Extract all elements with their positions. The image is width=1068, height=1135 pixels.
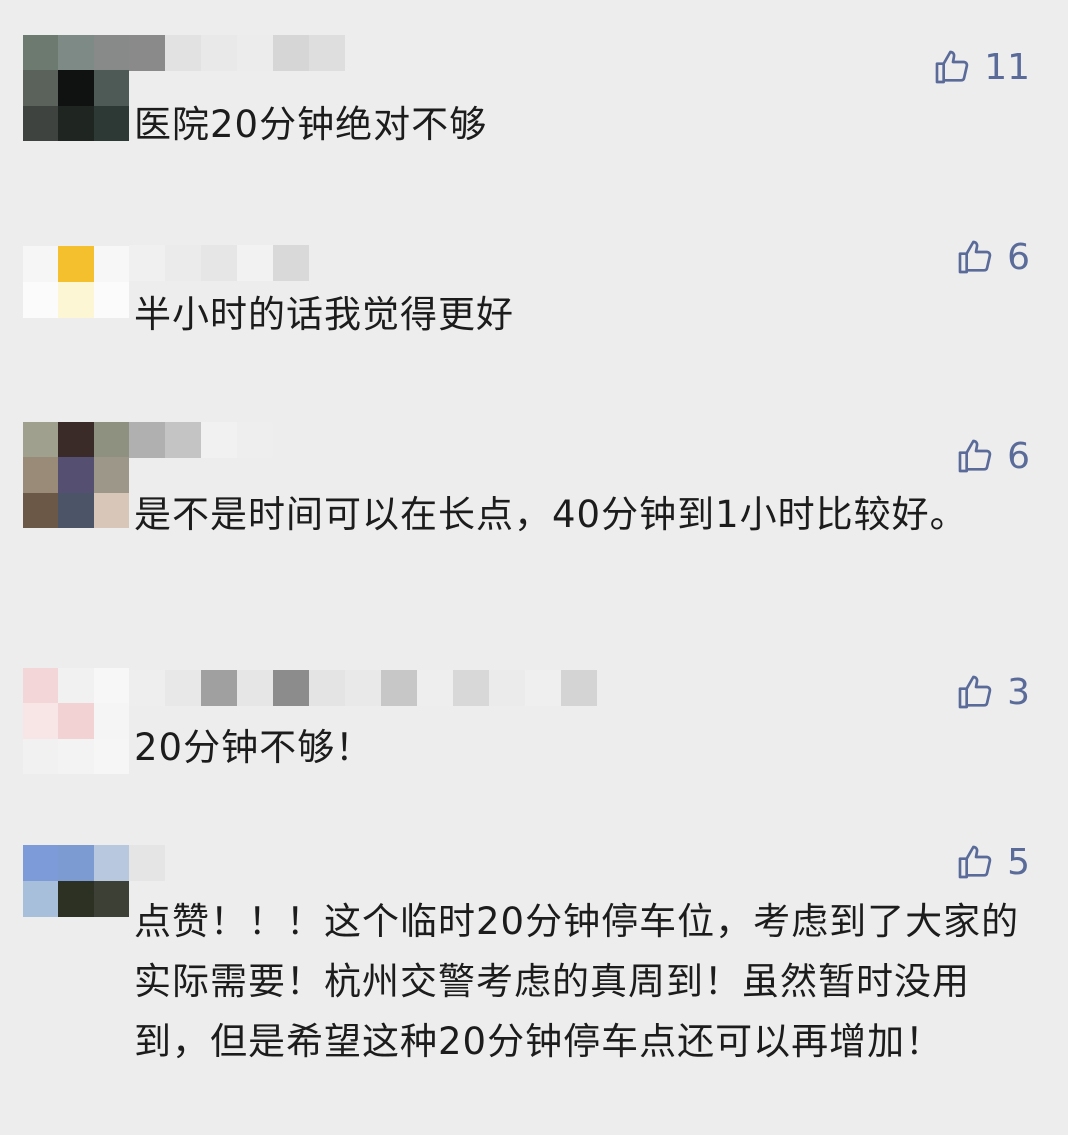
like-button[interactable]: 6 [955,434,1030,478]
comment-item: 6 半小时的话我觉得更好 [0,190,1068,400]
thumbs-up-icon [935,50,969,84]
avatar[interactable] [23,246,129,318]
avatar[interactable] [23,845,129,917]
avatar[interactable] [23,668,129,774]
like-count: 6 [1007,236,1030,278]
comment-text: 点赞！！！这个临时20分钟停车位，考虑到了大家的实际需要！杭州交警考虑的真周到！… [134,900,1020,1063]
like-count: 11 [984,46,1030,88]
comment-text: 半小时的话我觉得更好 [134,293,514,336]
comment-text: 医院20分钟绝对不够 [134,103,488,146]
nickname-mosaic [129,245,309,281]
nickname-mosaic [129,670,597,706]
comment-item: 5 点赞！！！这个临时20分钟停车位，考虑到了大家的实际需要！杭州交警考虑的真周… [0,840,1068,1135]
thumbs-up-icon [958,845,992,879]
like-count: 3 [1007,671,1030,713]
thumbs-up-icon [958,240,992,274]
avatar[interactable] [23,422,129,528]
like-button[interactable]: 6 [955,235,1030,279]
like-button[interactable]: 3 [955,670,1030,714]
nickname-mosaic [129,845,165,881]
thumbs-up-icon [958,439,992,473]
comment-item: 6 是不是时间可以在长点，40分钟到1小时比较好。 [0,400,1068,640]
comment-text: 20分钟不够！ [134,726,374,769]
like-count: 6 [1007,435,1030,477]
thumbs-up-icon [958,675,992,709]
nickname-mosaic [129,422,273,458]
nickname-mosaic [129,35,345,71]
like-button[interactable]: 11 [932,45,1030,89]
like-button[interactable]: 5 [955,840,1030,884]
comment-item: 3 20分钟不够！ [0,640,1068,840]
avatar[interactable] [23,35,129,141]
comment-text: 是不是时间可以在长点，40分钟到1小时比较好。 [134,493,968,536]
like-count: 5 [1007,841,1030,883]
comment-item: 11 医院20分钟绝对不够 [0,0,1068,190]
